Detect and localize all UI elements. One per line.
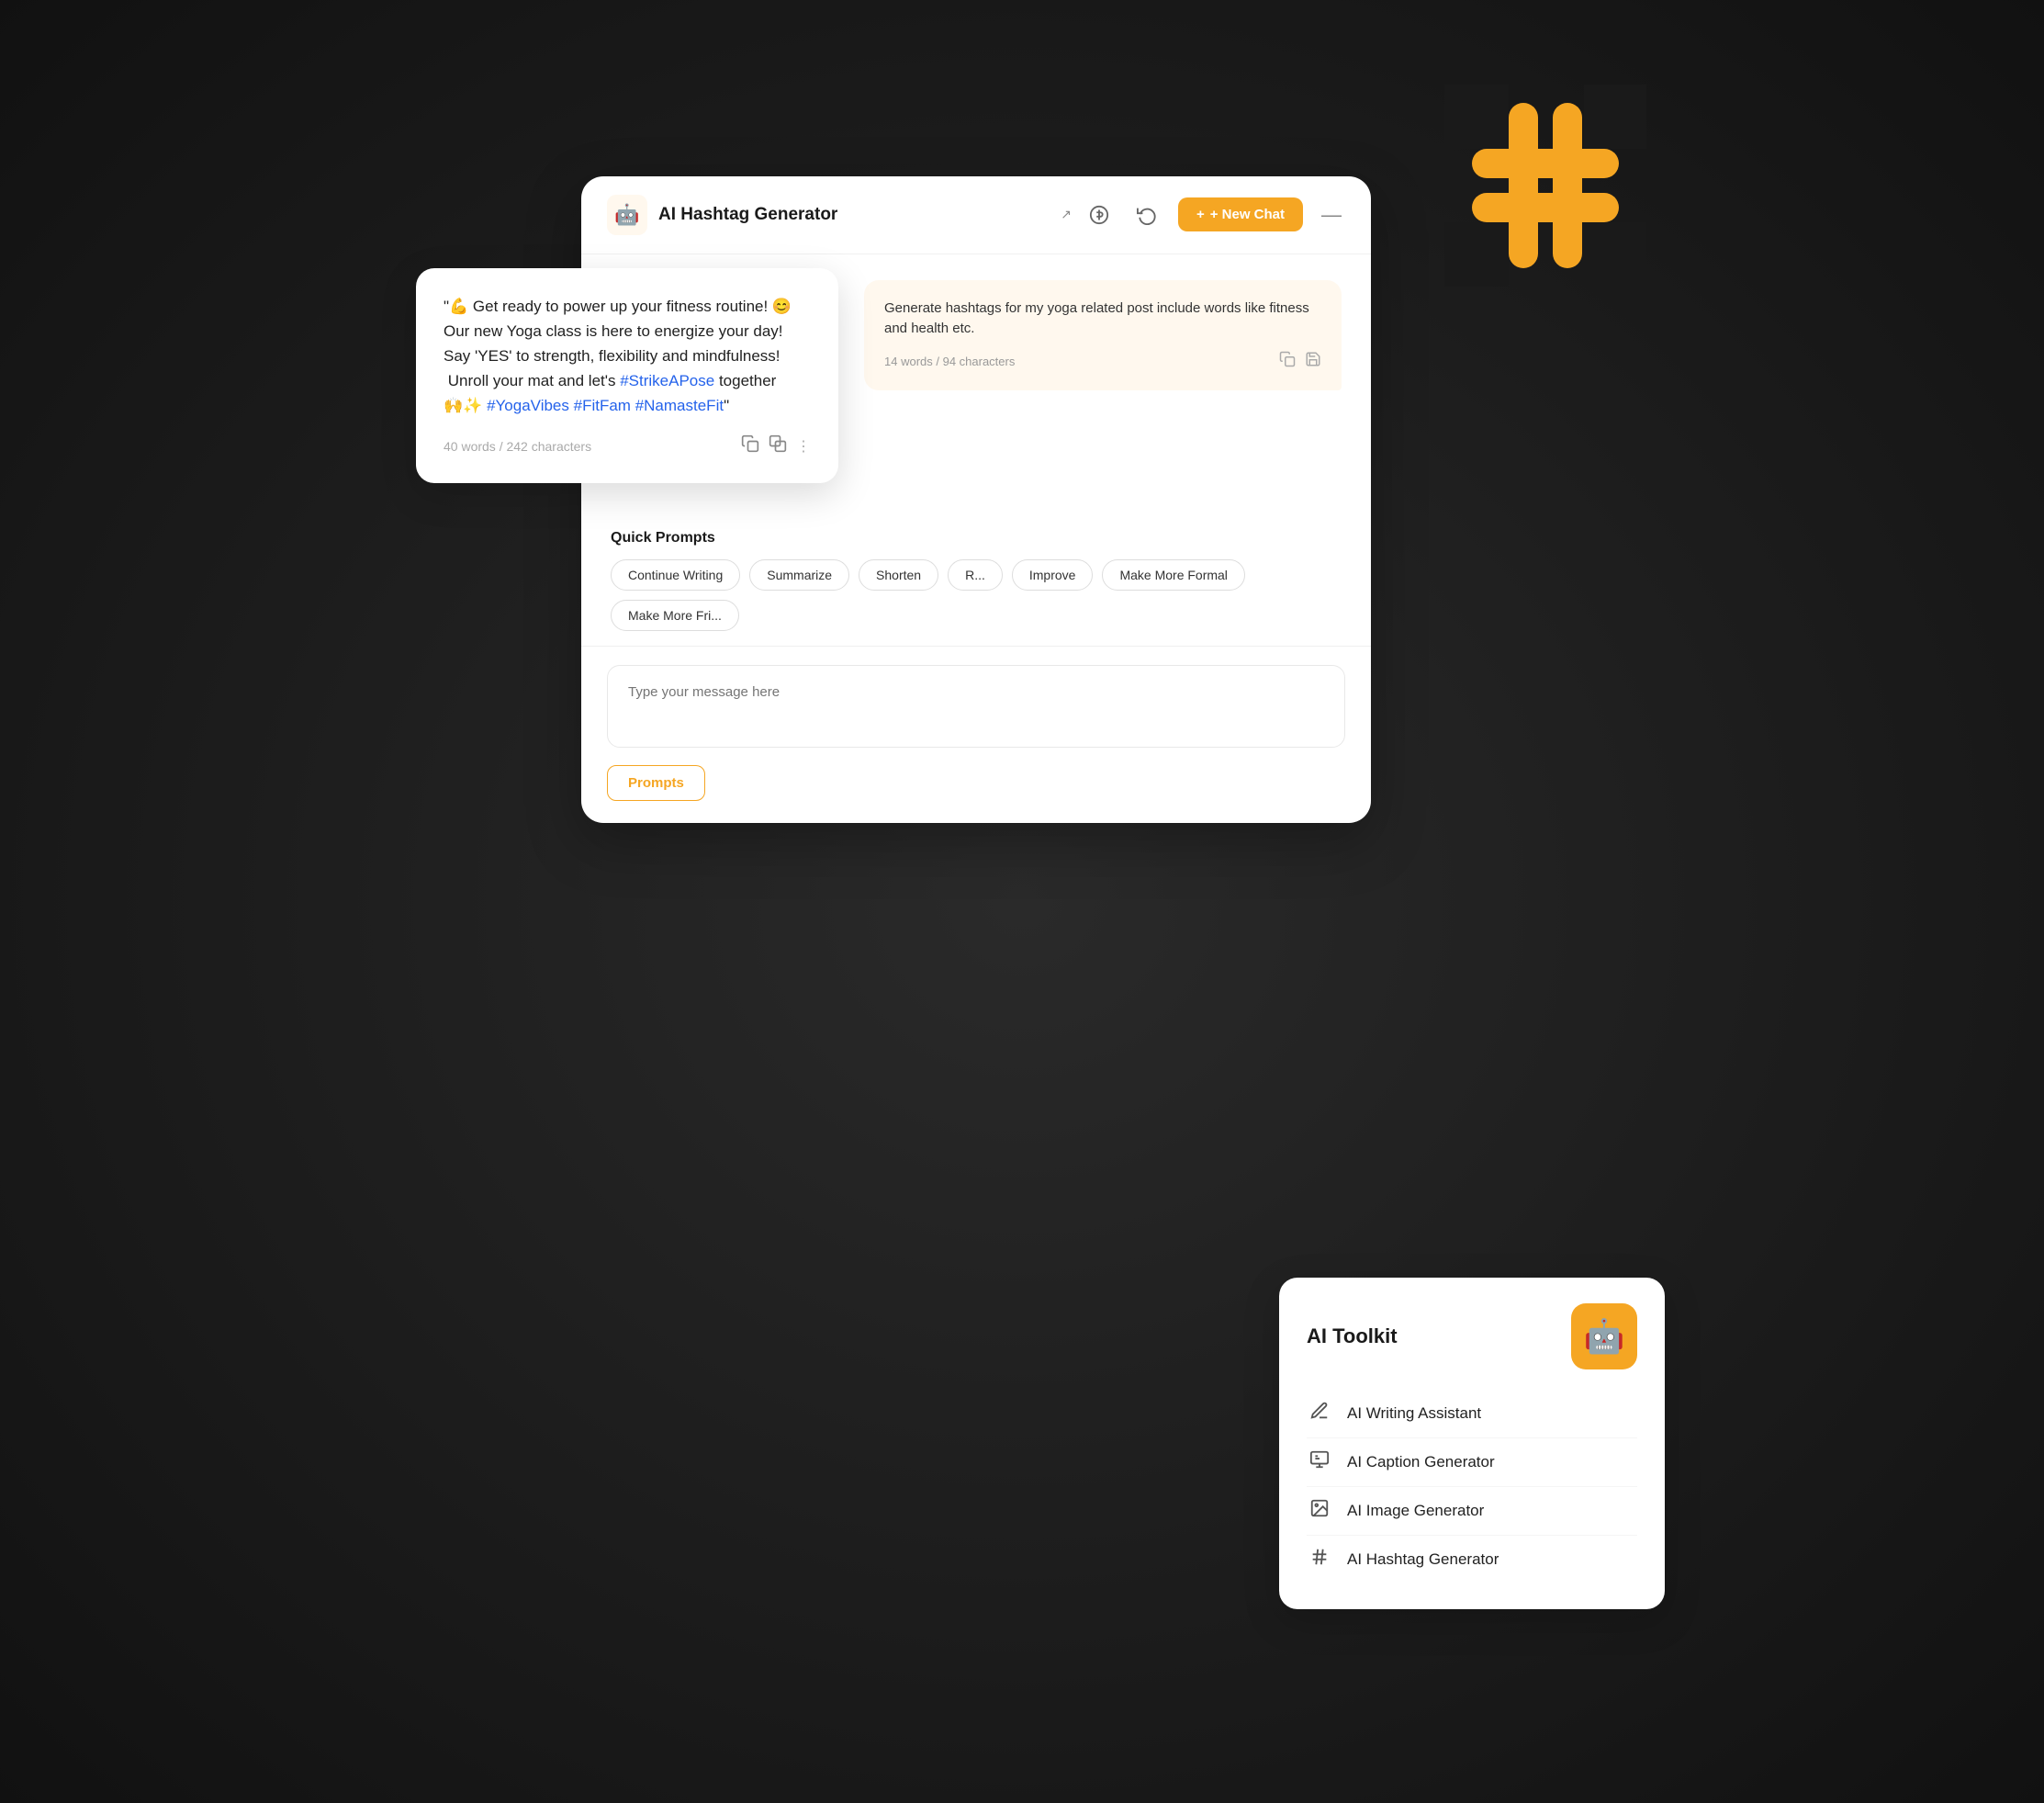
plus-icon: +: [1196, 207, 1205, 222]
history-icon-button[interactable]: [1130, 198, 1163, 231]
chip-continue-writing[interactable]: Continue Writing: [611, 559, 740, 591]
ai-action-copy-icon[interactable]: [741, 434, 759, 457]
prompt-chips: Continue Writing Summarize Shorten R... …: [611, 559, 1342, 631]
chip-make-formal[interactable]: Make More Formal: [1102, 559, 1244, 591]
hashtag-icon: [1307, 1547, 1332, 1572]
expand-icon: ↗: [1061, 207, 1072, 222]
chip-improve[interactable]: Improve: [1012, 559, 1094, 591]
hashtag-yogavibes: #YogaVibes: [487, 397, 569, 414]
toolkit-item-hashtag[interactable]: AI Hashtag Generator: [1307, 1535, 1637, 1583]
quick-prompts-section: Quick Prompts Continue Writing Summarize…: [581, 530, 1371, 646]
toolkit-item-caption[interactable]: AI Caption Generator: [1307, 1437, 1637, 1486]
toolkit-item-image[interactable]: AI Image Generator: [1307, 1486, 1637, 1535]
toolkit-header: AI Toolkit 🤖: [1307, 1303, 1637, 1369]
user-message-meta: 14 words / 94 characters: [884, 351, 1321, 372]
chip-shorten[interactable]: Shorten: [859, 559, 938, 591]
user-message: Generate hashtags for my yoga related po…: [864, 280, 1342, 390]
quick-prompts-title: Quick Prompts: [611, 530, 1342, 547]
chip-make-friendly[interactable]: Make More Fri...: [611, 600, 739, 631]
toolkit-title: AI Toolkit: [1307, 1324, 1398, 1348]
message-input[interactable]: [607, 665, 1345, 748]
ai-action-duplicate-icon[interactable]: [769, 434, 787, 457]
prompts-button[interactable]: Prompts: [607, 765, 705, 801]
toolkit-image-label: AI Image Generator: [1347, 1502, 1484, 1520]
caption-icon: [1307, 1449, 1332, 1475]
header-icons: + + New Chat —: [1083, 197, 1345, 231]
toolkit-writing-label: AI Writing Assistant: [1347, 1404, 1481, 1423]
toolkit-caption-label: AI Caption Generator: [1347, 1453, 1495, 1471]
hashtag-fitfam: #FitFam: [574, 397, 631, 414]
user-message-actions: [1279, 351, 1321, 372]
user-save-button[interactable]: [1305, 351, 1321, 372]
ai-toolkit-card: AI Toolkit 🤖 AI Writing Assistant: [1279, 1278, 1665, 1609]
ai-word-count: 40 words / 242 characters: [444, 439, 591, 454]
writing-icon: [1307, 1401, 1332, 1426]
chip-summarize[interactable]: Summarize: [749, 559, 849, 591]
minimize-button[interactable]: —: [1318, 203, 1345, 227]
user-word-count: 14 words / 94 characters: [884, 355, 1015, 368]
header-robot-icon: 🤖: [607, 195, 647, 235]
toolkit-robot-icon: 🤖: [1571, 1303, 1637, 1369]
header-title: AI Hashtag Generator: [658, 205, 1053, 225]
input-footer: Prompts: [607, 765, 1345, 801]
hashtag-decoration: [1444, 85, 1646, 287]
user-copy-button[interactable]: [1279, 351, 1296, 372]
ai-action-more-icon[interactable]: ⋮: [796, 434, 811, 457]
user-message-text: Generate hashtags for my yoga related po…: [884, 299, 1321, 340]
ai-response-text: "💪 Get ready to power up your fitness ro…: [444, 294, 811, 419]
toolkit-hashtag-label: AI Hashtag Generator: [1347, 1550, 1499, 1569]
toolkit-item-writing[interactable]: AI Writing Assistant: [1307, 1390, 1637, 1437]
new-chat-label: + New Chat: [1210, 207, 1285, 222]
new-chat-button[interactable]: + + New Chat: [1178, 197, 1303, 231]
chip-rewrite[interactable]: R...: [948, 559, 1003, 591]
hashtag-strikeapose: #StrikeAPose: [620, 372, 714, 389]
image-icon: [1307, 1498, 1332, 1524]
hashtag-namastefit: #NamasteFit: [635, 397, 724, 414]
input-area: Prompts: [581, 646, 1371, 823]
ai-response-card: "💪 Get ready to power up your fitness ro…: [416, 268, 838, 484]
dollar-icon-button[interactable]: [1083, 198, 1116, 231]
chat-header: 🤖 AI Hashtag Generator ↗: [581, 176, 1371, 254]
